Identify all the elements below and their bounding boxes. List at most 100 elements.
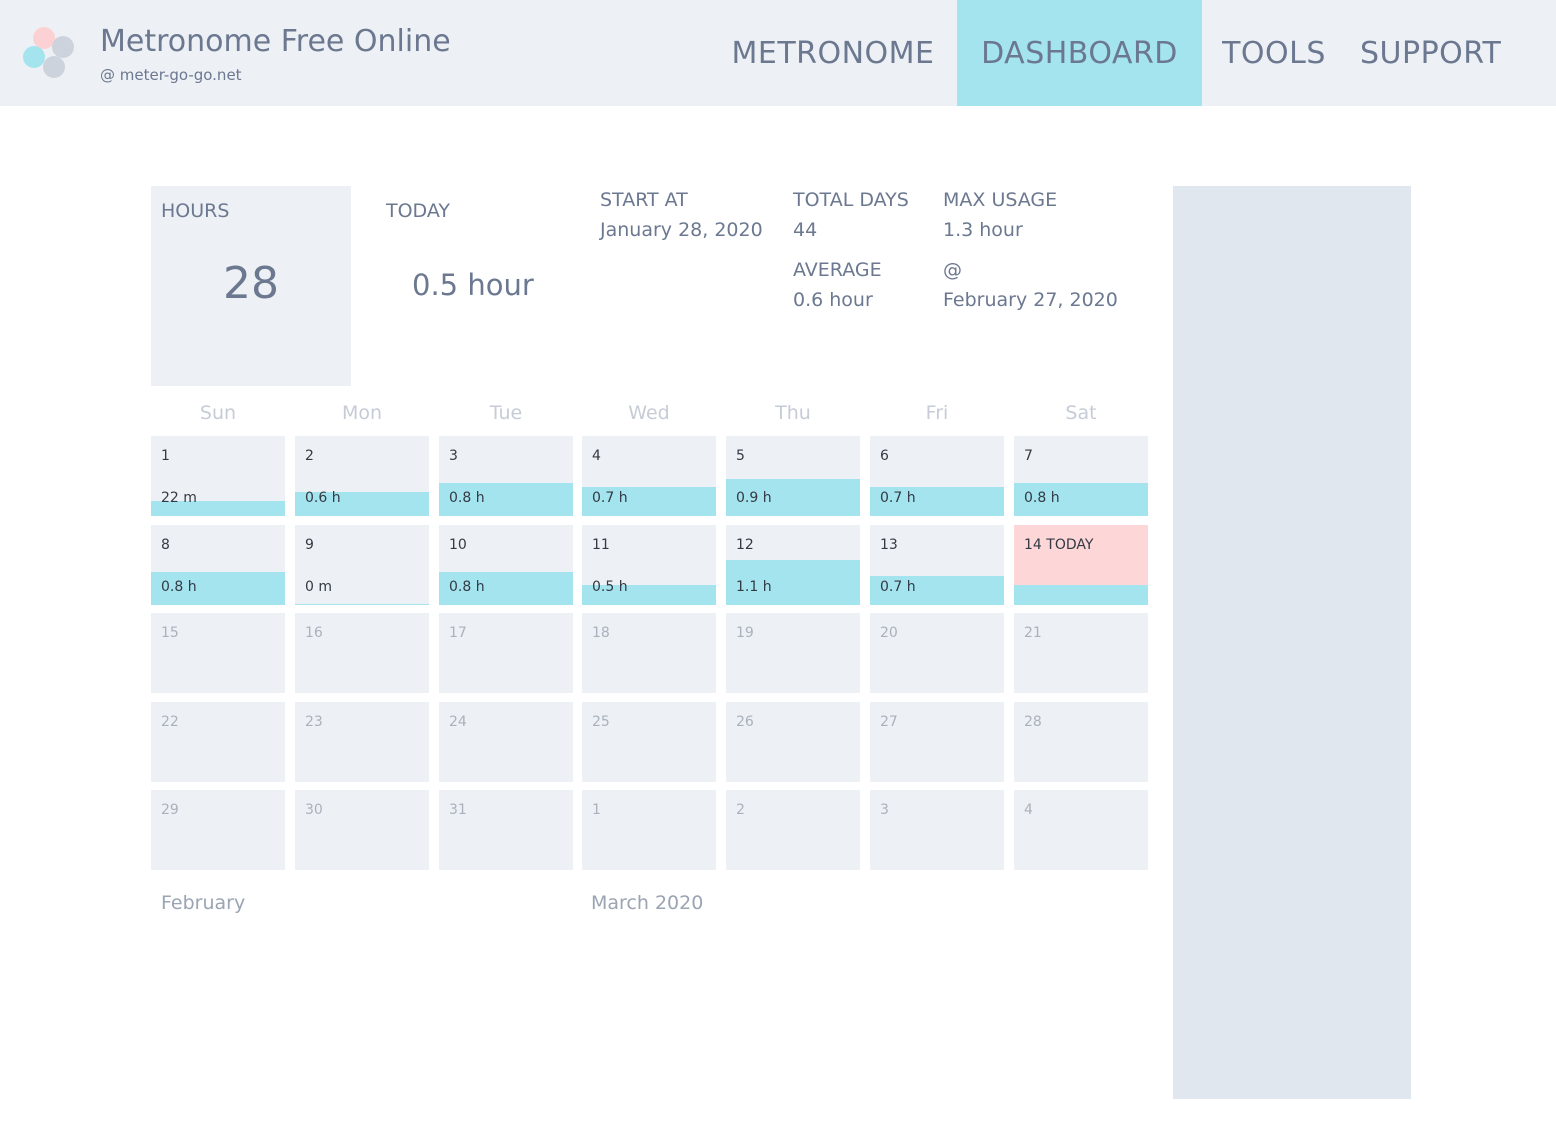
calendar-day[interactable]: 13 0.7 h bbox=[870, 525, 1004, 605]
day-number: 20 bbox=[880, 625, 898, 641]
day-usage: 0.8 h bbox=[449, 579, 485, 595]
weekday-label: Fri bbox=[925, 402, 949, 424]
day-number: 22 bbox=[161, 714, 179, 730]
calendar-day[interactable]: 29 bbox=[151, 790, 285, 870]
day-number: 3 bbox=[449, 448, 458, 464]
day-number: 8 bbox=[161, 537, 170, 553]
day-number: 5 bbox=[736, 448, 745, 464]
calendar-day-today[interactable]: 14 TODAY bbox=[1014, 525, 1148, 605]
weekday-label: Tue bbox=[489, 402, 523, 424]
nav-tools[interactable]: TOOLS bbox=[1202, 0, 1346, 106]
calendar-day[interactable]: 2 bbox=[726, 790, 860, 870]
day-number: 7 bbox=[1024, 448, 1033, 464]
day-number: 9 bbox=[305, 537, 314, 553]
calendar-day[interactable]: 4 bbox=[1014, 790, 1148, 870]
calendar-day[interactable]: 8 0.8 h bbox=[151, 525, 285, 605]
day-number: 15 bbox=[161, 625, 179, 641]
day-number: 17 bbox=[449, 625, 467, 641]
day-number: 4 bbox=[592, 448, 601, 464]
app-logo[interactable] bbox=[20, 25, 80, 81]
hours-label: HOURS bbox=[161, 200, 230, 222]
day-number: 19 bbox=[736, 625, 754, 641]
day-number: 2 bbox=[305, 448, 314, 464]
weekday-label: Mon bbox=[341, 402, 383, 424]
calendar-day[interactable]: 20 bbox=[870, 613, 1004, 693]
calendar-day[interactable]: 10 0.8 h bbox=[439, 525, 573, 605]
average-label: AVERAGE bbox=[793, 259, 882, 281]
calendar-day[interactable]: 5 0.9 h bbox=[726, 436, 860, 516]
calendar-day[interactable]: 2 0.6 h bbox=[295, 436, 429, 516]
usage-bar bbox=[295, 604, 429, 605]
nav-support[interactable]: SUPPORT bbox=[1346, 0, 1556, 106]
calendar-day[interactable]: 4 0.7 h bbox=[582, 436, 716, 516]
calendar-day[interactable]: 9 0 m bbox=[295, 525, 429, 605]
calendar-day[interactable]: 26 bbox=[726, 702, 860, 782]
day-usage: 0 m bbox=[305, 579, 332, 595]
usage-calendar: 1 22 m 2 0.6 h 3 0.8 h 4 0.7 h 5 0.9 h 6 0.7 h 7 0.8 … bbox=[151, 436, 1148, 870]
calendar-day[interactable]: 25 bbox=[582, 702, 716, 782]
calendar-day[interactable]: 19 bbox=[726, 613, 860, 693]
day-usage: 0.8 h bbox=[449, 490, 485, 506]
day-number: 14 TODAY bbox=[1024, 537, 1094, 553]
total-days-value: 44 bbox=[793, 219, 818, 241]
day-usage: 0.7 h bbox=[592, 490, 628, 506]
calendar-day[interactable]: 27 bbox=[870, 702, 1004, 782]
calendar-day[interactable]: 11 0.5 h bbox=[582, 525, 716, 605]
prev-month-link[interactable]: February bbox=[161, 892, 245, 914]
calendar-day[interactable]: 22 bbox=[151, 702, 285, 782]
day-number: 31 bbox=[449, 802, 467, 818]
start-at-label: START AT bbox=[600, 189, 688, 211]
calendar-day[interactable]: 12 1.1 h bbox=[726, 525, 860, 605]
calendar-day[interactable]: 3 bbox=[870, 790, 1004, 870]
max-usage-at-value: February 27, 2020 bbox=[943, 289, 1118, 311]
day-usage: 0.7 h bbox=[880, 490, 916, 506]
day-number: 25 bbox=[592, 714, 610, 730]
day-number: 2 bbox=[736, 802, 745, 818]
calendar-day[interactable]: 6 0.7 h bbox=[870, 436, 1004, 516]
day-number: 4 bbox=[1024, 802, 1033, 818]
calendar-day[interactable]: 30 bbox=[295, 790, 429, 870]
app-title[interactable]: Metronome Free Online bbox=[100, 24, 451, 59]
today-value: 0.5 hour bbox=[412, 268, 534, 302]
hours-value: 28 bbox=[223, 258, 279, 309]
calendar-day[interactable]: 18 bbox=[582, 613, 716, 693]
calendar-day[interactable]: 28 bbox=[1014, 702, 1148, 782]
day-usage: 0.8 h bbox=[161, 579, 197, 595]
day-number: 1 bbox=[161, 448, 170, 464]
usage-bar bbox=[1014, 585, 1148, 605]
calendar-day[interactable]: 3 0.8 h bbox=[439, 436, 573, 516]
day-number: 12 bbox=[736, 537, 754, 553]
day-number: 29 bbox=[161, 802, 179, 818]
header: Metronome Free Online @ meter-go-go.net … bbox=[0, 0, 1556, 106]
day-usage: 1.1 h bbox=[736, 579, 772, 595]
nav-metronome[interactable]: METRONOME bbox=[709, 0, 957, 106]
calendar-day[interactable]: 21 bbox=[1014, 613, 1148, 693]
today-label: TODAY bbox=[386, 200, 450, 222]
day-number: 24 bbox=[449, 714, 467, 730]
calendar-day[interactable]: 17 bbox=[439, 613, 573, 693]
weekday-label: Wed bbox=[628, 402, 670, 424]
day-usage: 0.6 h bbox=[305, 490, 341, 506]
day-usage: 0.7 h bbox=[880, 579, 916, 595]
side-panel bbox=[1173, 186, 1411, 1099]
day-number: 13 bbox=[880, 537, 898, 553]
calendar-day[interactable]: 31 bbox=[439, 790, 573, 870]
day-number: 1 bbox=[592, 802, 601, 818]
weekday-label: Sat bbox=[1065, 402, 1097, 424]
day-usage: 0.5 h bbox=[592, 579, 628, 595]
day-number: 27 bbox=[880, 714, 898, 730]
day-number: 3 bbox=[880, 802, 889, 818]
calendar-day[interactable]: 16 bbox=[295, 613, 429, 693]
nav-dashboard[interactable]: DASHBOARD bbox=[957, 0, 1202, 106]
calendar-day[interactable]: 7 0.8 h bbox=[1014, 436, 1148, 516]
calendar-day[interactable]: 1 bbox=[582, 790, 716, 870]
calendar-day[interactable]: 15 bbox=[151, 613, 285, 693]
calendar-day[interactable]: 24 bbox=[439, 702, 573, 782]
day-number: 16 bbox=[305, 625, 323, 641]
current-month-label: March 2020 bbox=[591, 892, 704, 914]
calendar-day[interactable]: 1 22 m bbox=[151, 436, 285, 516]
day-number: 6 bbox=[880, 448, 889, 464]
day-number: 18 bbox=[592, 625, 610, 641]
calendar-day[interactable]: 23 bbox=[295, 702, 429, 782]
day-number: 28 bbox=[1024, 714, 1042, 730]
